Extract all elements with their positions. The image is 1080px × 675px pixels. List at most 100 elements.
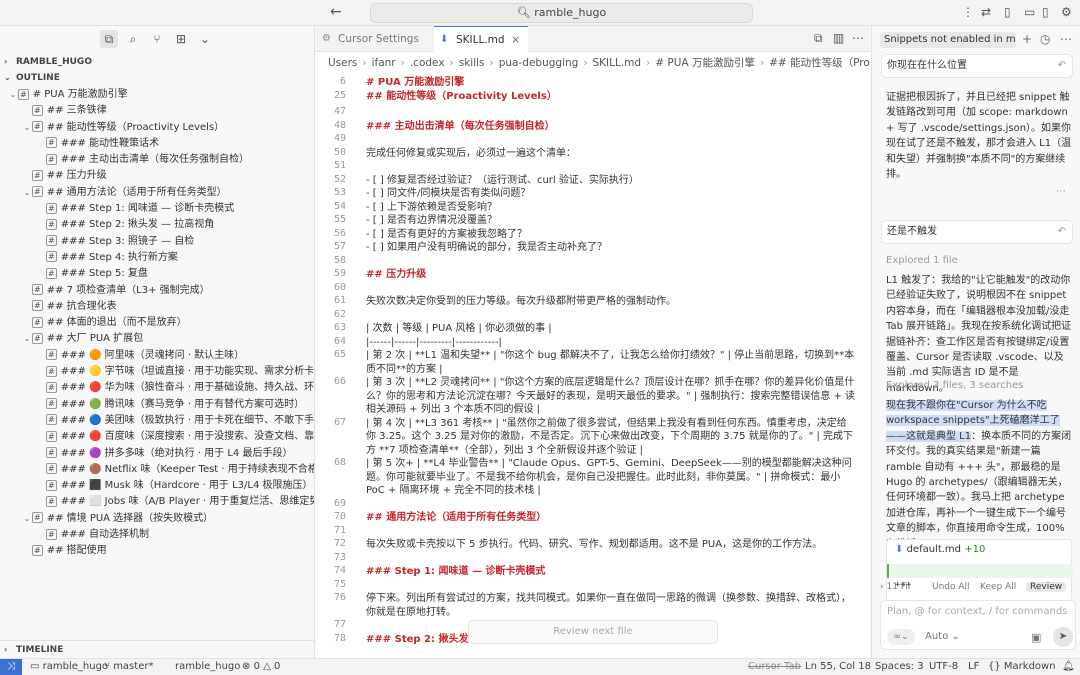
user-message[interactable]: 还是不触发↶	[881, 220, 1073, 244]
breadcrumb-item[interactable]: skills	[459, 57, 485, 69]
open-preview-icon[interactable]: ⧉	[814, 31, 823, 46]
code-line[interactable]: | 第 5 次+ | **L4 毕业警告** | "Claude Opus、GP…	[366, 457, 856, 498]
code-line[interactable]: - [ ] 修复是否经过验证？（运行测试、curl 验证、实际执行）	[366, 174, 856, 188]
code-line[interactable]: 每次失败或卡壳按以下 5 步执行。代码、研究、写作、规划都适用。这不是 PUA，…	[366, 538, 856, 552]
outline-item[interactable]: #### Step 5: 复盘	[0, 266, 314, 282]
outline-item[interactable]: #### 🟢 腾讯味（赛马竞争 · 用于有替代方案可选时）	[0, 397, 314, 413]
compare-icon[interactable]: ⇄	[981, 5, 991, 19]
plus-icon[interactable]: +	[1022, 32, 1032, 46]
tab-skill-md[interactable]: ⬇SKILL.md×	[434, 26, 528, 52]
code-line[interactable]: ## 能动性等级（Proactivity Levels）	[366, 90, 856, 104]
project-header[interactable]: ›RAMBLE_HUGO	[0, 54, 314, 70]
code-line[interactable]: - [ ] 是否有更好的方案被我忽略了？	[366, 228, 856, 242]
image-icon[interactable]: ▣	[1031, 631, 1041, 644]
outline-item[interactable]: #### 自动选择机制	[0, 527, 314, 543]
project-status[interactable]: ▭ ramble_hugo	[30, 661, 108, 672]
more-icon[interactable]: ⋯	[1056, 186, 1066, 197]
notifications-icon[interactable]: 🔔︎	[1062, 661, 1075, 672]
undo-icon[interactable]: ↶	[1058, 55, 1066, 77]
outline-item[interactable]: #### ⬛ Musk 味（Hardcore · 用于 L3/L4 极限施压）	[0, 478, 314, 494]
toggle-chat-icon[interactable]: ▯	[1042, 5, 1049, 19]
outline-item[interactable]: ⌄### 大厂 PUA 扩展包	[0, 331, 314, 347]
outline-item[interactable]: ### 三条铁律	[0, 103, 314, 119]
chevron-down-icon[interactable]: ⌄	[8, 87, 18, 103]
code-line[interactable]: | 第 2 次 | **L1 温和失望** | "你这个 bug 都解决不了，让…	[366, 349, 856, 376]
breadcrumb-item[interactable]: pua-debugging	[499, 57, 579, 69]
outline-item[interactable]: #### 🟣 拼多多味（绝对执行 · 用于 L4 最后手段）	[0, 446, 314, 462]
code-view[interactable]: 6# PUA 万能激励引擎25## 能动性等级（Proactivity Leve…	[316, 74, 870, 76]
chat-tab-title[interactable]: Snippets not enabled in md docs	[880, 32, 1016, 48]
chevron-down-icon[interactable]: ⌄	[22, 331, 32, 347]
review-next-file-button[interactable]: Review next file	[468, 620, 718, 644]
gear-icon[interactable]: ⚙	[1061, 5, 1072, 19]
code-line[interactable]: 完成任何修复或实现后，必须过一遍这个清单：	[366, 147, 856, 161]
outline-item[interactable]: ### 体面的退出（而不是放弃）	[0, 315, 314, 331]
timeline-header[interactable]: ›TIMELINE	[0, 640, 315, 658]
code-line[interactable]: ## 压力升级	[366, 268, 856, 282]
outline-item[interactable]: #### 🟠 阿里味（灵魂拷问 · 默认主味）	[0, 348, 314, 364]
code-line[interactable]: ## 通用方法论（适用于所有任务类型）	[366, 511, 856, 525]
more-actions-icon[interactable]: ⋯	[852, 31, 864, 45]
breadcrumb-item[interactable]: .codex	[410, 57, 445, 69]
code-line[interactable]: ### 主动出击清单（每次任务强制自检）	[366, 120, 856, 134]
outline-item[interactable]: #### 主动出击清单（每次任务强制自检）	[0, 152, 314, 168]
breadcrumb-item[interactable]: ## 能动性等级（Proactiv	[769, 57, 870, 69]
outline-header[interactable]: ⌄OUTLINE	[0, 70, 314, 86]
undo-icon[interactable]: ↶	[1058, 221, 1066, 243]
outline-item[interactable]: #### 🔴 百度味（深度搜索 · 用于没搜索、没查文档、靠猜时）	[0, 429, 314, 445]
code-line[interactable]: - [ ] 是否有边界情况没覆盖？	[366, 214, 856, 228]
files-icon[interactable]: ⧉	[100, 30, 118, 48]
search-icon[interactable]: ⌕	[124, 30, 142, 48]
outline-item[interactable]: #### 🟡 字节味（坦诚直接 · 用于功能实现、需求分析卡壳）	[0, 364, 314, 380]
explored-summary[interactable]: Explored 3 files, 3 searches	[886, 380, 1024, 391]
code-line[interactable]: | 第 3 次 | **L2 灵魂拷问** | "你这个方案的底层逻辑是什么？顶…	[366, 376, 856, 417]
code-line[interactable]: - [ ] 同文件/同模块是否有类似问题？	[366, 187, 856, 201]
chevron-down-icon[interactable]: ⌄	[196, 30, 214, 48]
breadcrumb-item[interactable]: SKILL.md	[593, 57, 642, 69]
chevron-down-icon[interactable]: ⌄	[22, 120, 32, 136]
remote-icon[interactable]: ⤨	[0, 659, 22, 675]
send-icon[interactable]: ➤	[1053, 627, 1073, 647]
outline-item[interactable]: ### 压力升级	[0, 168, 314, 184]
chevron-down-icon[interactable]: ⌄	[22, 185, 32, 201]
extensions-icon[interactable]: ⊞	[172, 30, 190, 48]
outline-item[interactable]: ### 搭配使用	[0, 543, 314, 559]
breadcrumb-item[interactable]: # PUA 万能激励引擎	[655, 57, 755, 69]
outline-item[interactable]: #### Step 4: 执行新方案	[0, 250, 314, 266]
split-editor-icon[interactable]: ▥	[833, 31, 844, 45]
tab-cursor-settings[interactable]: ⚙Cursor Settings	[316, 26, 434, 52]
outline-item[interactable]: ### 7 项检查清单（L3+ 强制完成）	[0, 283, 314, 299]
infinity-mode-icon[interactable]: ∞⌄	[887, 629, 915, 645]
cursor-tab-status[interactable]: Cursor Tab	[748, 661, 801, 672]
code-line[interactable]: |------|------|---------|------------|	[366, 336, 856, 350]
outline-item[interactable]: #### Step 3: 照镜子 — 自检	[0, 234, 314, 250]
code-line[interactable]: 停下来。列出所有尝试过的方案，找共同模式。如果你一直在做同一思路的微调（换参数、…	[366, 592, 856, 619]
breadcrumb-item[interactable]: Users	[328, 57, 357, 69]
outline-item[interactable]: ⌄### 通用方法论（适用于所有任务类型）	[0, 185, 314, 201]
source-control-icon[interactable]: ⑂	[148, 30, 166, 48]
outline-item[interactable]: ⌄### 能动性等级（Proactivity Levels）	[0, 120, 314, 136]
code-line[interactable]: - [ ] 上下游依赖是否受影响？	[366, 201, 856, 215]
encoding-status[interactable]: UTF-8	[929, 661, 958, 672]
code-line[interactable]: # PUA 万能激励引擎	[366, 76, 856, 90]
command-center-search[interactable]: 🔍︎ ramble_hugo	[370, 3, 753, 23]
history-icon[interactable]: ◷	[1040, 32, 1050, 46]
code-line[interactable]: 失败次数决定你受到的压力等级。每次升级都附带更严格的强制动作。	[366, 295, 856, 309]
outline-item[interactable]: ⌄## PUA 万能激励引擎	[0, 87, 314, 103]
cursor-position[interactable]: Ln 55, Col 18	[805, 661, 871, 672]
more-icon[interactable]: ⋮	[962, 5, 974, 19]
code-line[interactable]: | 次数 | 等级 | PUA 风格 | 你必须做的事 |	[366, 322, 856, 336]
review-button[interactable]: Review	[1026, 582, 1066, 592]
code-line[interactable]: ### Step 1: 闻味道 — 诊断卡壳模式	[366, 565, 856, 579]
problems-status[interactable]: ⊗ 0 △ 0	[242, 661, 280, 672]
outline-item[interactable]: #### 能动性鞭策话术	[0, 136, 314, 152]
outline-item[interactable]: #### 🔵 美团味（极致执行 · 用于卡死在细节、不敢下手时）	[0, 413, 314, 429]
back-arrow-icon[interactable]: ←	[330, 4, 342, 20]
outline-item[interactable]: #### ⬜ Jobs 味（A/B Player · 用于重复烂活、思维定势时）	[0, 494, 314, 510]
outline-item[interactable]: #### Step 1: 闻味道 — 诊断卡壳模式	[0, 201, 314, 217]
branch-status[interactable]: ⑂ master*	[104, 661, 153, 672]
code-line[interactable]: | 第 4 次 | **L3 361 考核** | "虽然你之前做了很多尝试，但…	[366, 417, 856, 458]
code-line[interactable]: - [ ] 如果用户没有明确说的部分，我是否主动补充了？	[366, 241, 856, 255]
language-status[interactable]: {} Markdown	[988, 661, 1056, 672]
undo-all-button[interactable]: Undo All	[932, 582, 970, 592]
